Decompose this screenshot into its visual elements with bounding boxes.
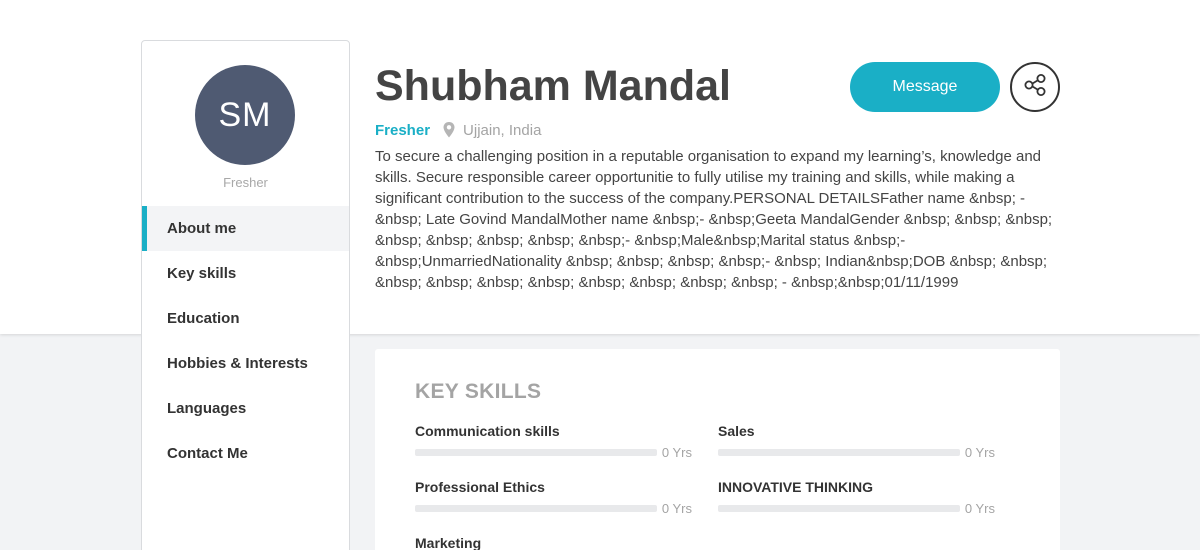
skill-progress-bar (415, 448, 657, 456)
sidebar-role-label: Fresher (223, 175, 268, 190)
message-button[interactable]: Message (850, 62, 1000, 112)
sidebar-item-contact-me[interactable]: Contact Me (142, 431, 349, 476)
key-skills-title: KEY SKILLS (415, 380, 542, 403)
avatar: SM (195, 65, 295, 165)
profile-meta: Fresher Ujjain, India (375, 120, 541, 140)
skill-years: 0 Yrs (964, 444, 995, 460)
skill-name: Professional Ethics (415, 479, 545, 495)
profile-name: Shubham Mandal (375, 62, 731, 110)
skill-name: Marketing (415, 535, 482, 550)
skill-progress-bar (718, 504, 960, 512)
share-icon (1022, 72, 1048, 103)
skill-years: 0 Yrs (661, 444, 692, 460)
key-skills-card: KEY SKILLS Communication skills 0 Yrs Sa… (375, 349, 1060, 550)
skill-progress-bar (415, 504, 657, 512)
sidebar-item-hobbies-interests[interactable]: Hobbies & Interests (142, 341, 349, 386)
skill-progress-bar (718, 448, 960, 456)
profile-sidebar: SM Fresher About me Key skills Education… (141, 40, 350, 550)
skill-item: Communication skills 0 Yrs (415, 423, 692, 461)
share-button[interactable] (1010, 62, 1060, 112)
sidebar-item-languages[interactable]: Languages (142, 386, 349, 431)
sidebar-item-education[interactable]: Education (142, 296, 349, 341)
location-pin-icon (442, 121, 456, 139)
profile-location: Ujjain, India (463, 121, 542, 139)
skill-item: Sales 0 Yrs (718, 423, 995, 461)
skill-years: 0 Yrs (661, 500, 692, 516)
skill-name: INNOVATIVE THINKING (718, 479, 874, 495)
sidebar-item-key-skills[interactable]: Key skills (142, 251, 349, 296)
sidebar-item-about-me[interactable]: About me (142, 206, 349, 251)
skill-years: 0 Yrs (964, 500, 995, 516)
skill-item: Marketing (415, 535, 692, 550)
skill-name: Sales (718, 423, 755, 439)
profile-summary: To secure a challenging position in a re… (375, 148, 1053, 291)
skill-item: INNOVATIVE THINKING 0 Yrs (718, 479, 995, 517)
profile-role: Fresher (375, 121, 431, 139)
skill-item: Professional Ethics 0 Yrs (415, 479, 692, 517)
sidebar-nav: About me Key skills Education Hobbies & … (142, 206, 349, 476)
skill-name: Communication skills (415, 423, 560, 439)
